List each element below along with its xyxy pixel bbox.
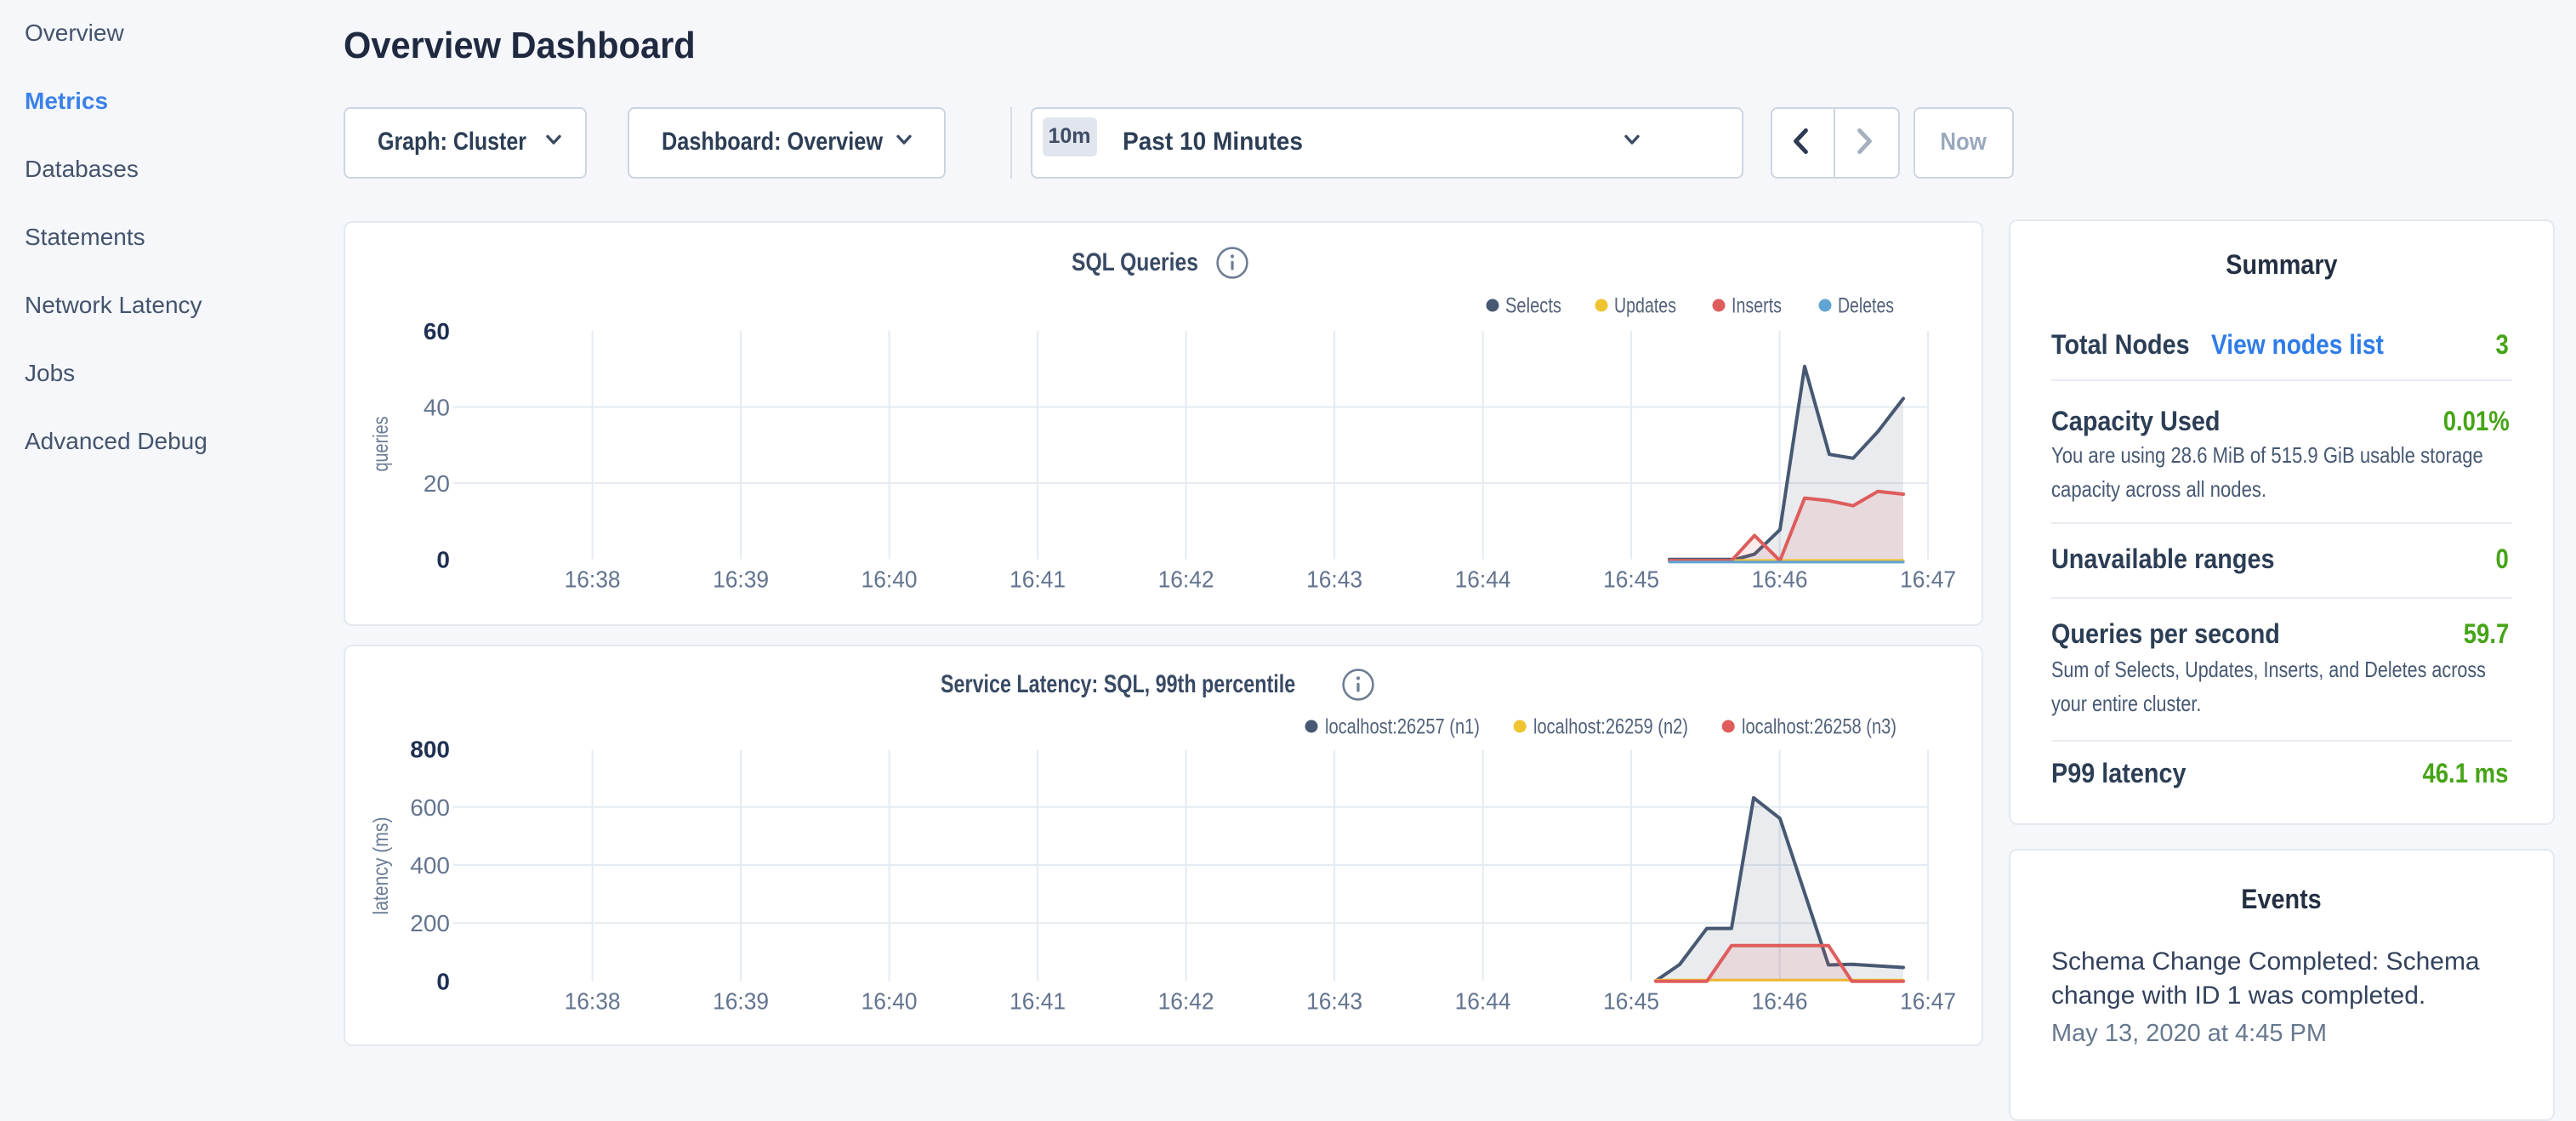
svg-text:queries: queries bbox=[369, 417, 393, 472]
svg-text:16:42: 16:42 bbox=[1158, 566, 1214, 593]
svg-text:16:43: 16:43 bbox=[1306, 987, 1362, 1014]
svg-text:16:45: 16:45 bbox=[1603, 566, 1659, 593]
svg-text:200: 200 bbox=[410, 909, 450, 936]
svg-text:16:47: 16:47 bbox=[1900, 987, 1956, 1014]
svg-text:16:39: 16:39 bbox=[713, 566, 769, 593]
svg-text:800: 800 bbox=[410, 736, 450, 762]
svg-text:16:39: 16:39 bbox=[713, 987, 769, 1014]
svg-text:Deletes: Deletes bbox=[1838, 294, 1894, 318]
svg-text:16:38: 16:38 bbox=[565, 987, 621, 1014]
svg-text:0: 0 bbox=[436, 968, 450, 994]
svg-text:16:40: 16:40 bbox=[862, 566, 918, 593]
svg-text:Updates: Updates bbox=[1614, 294, 1676, 318]
svg-text:localhost:26259 (n2): localhost:26259 (n2) bbox=[1533, 714, 1688, 738]
svg-text:16:46: 16:46 bbox=[1752, 566, 1808, 593]
svg-text:Selects: Selects bbox=[1505, 294, 1561, 318]
svg-text:16:38: 16:38 bbox=[565, 566, 621, 593]
svg-text:16:44: 16:44 bbox=[1455, 987, 1511, 1014]
svg-text:Inserts: Inserts bbox=[1732, 294, 1782, 318]
svg-text:0: 0 bbox=[436, 547, 450, 573]
svg-text:400: 400 bbox=[410, 851, 450, 878]
svg-text:60: 60 bbox=[424, 318, 450, 344]
svg-text:localhost:26258 (n3): localhost:26258 (n3) bbox=[1742, 714, 1896, 738]
svg-text:latency (ms): latency (ms) bbox=[369, 817, 393, 914]
svg-text:16:41: 16:41 bbox=[1009, 987, 1066, 1014]
svg-text:16:44: 16:44 bbox=[1455, 566, 1511, 593]
svg-text:600: 600 bbox=[410, 794, 450, 820]
svg-text:localhost:26257 (n1): localhost:26257 (n1) bbox=[1325, 714, 1480, 738]
svg-text:16:47: 16:47 bbox=[1900, 566, 1956, 593]
svg-text:16:46: 16:46 bbox=[1752, 987, 1808, 1014]
svg-text:20: 20 bbox=[424, 470, 450, 497]
svg-text:16:42: 16:42 bbox=[1158, 987, 1214, 1014]
svg-text:16:41: 16:41 bbox=[1009, 566, 1066, 593]
svg-text:16:45: 16:45 bbox=[1603, 987, 1659, 1014]
svg-text:16:43: 16:43 bbox=[1306, 566, 1362, 593]
svg-text:40: 40 bbox=[424, 395, 450, 421]
svg-text:16:40: 16:40 bbox=[862, 987, 918, 1014]
